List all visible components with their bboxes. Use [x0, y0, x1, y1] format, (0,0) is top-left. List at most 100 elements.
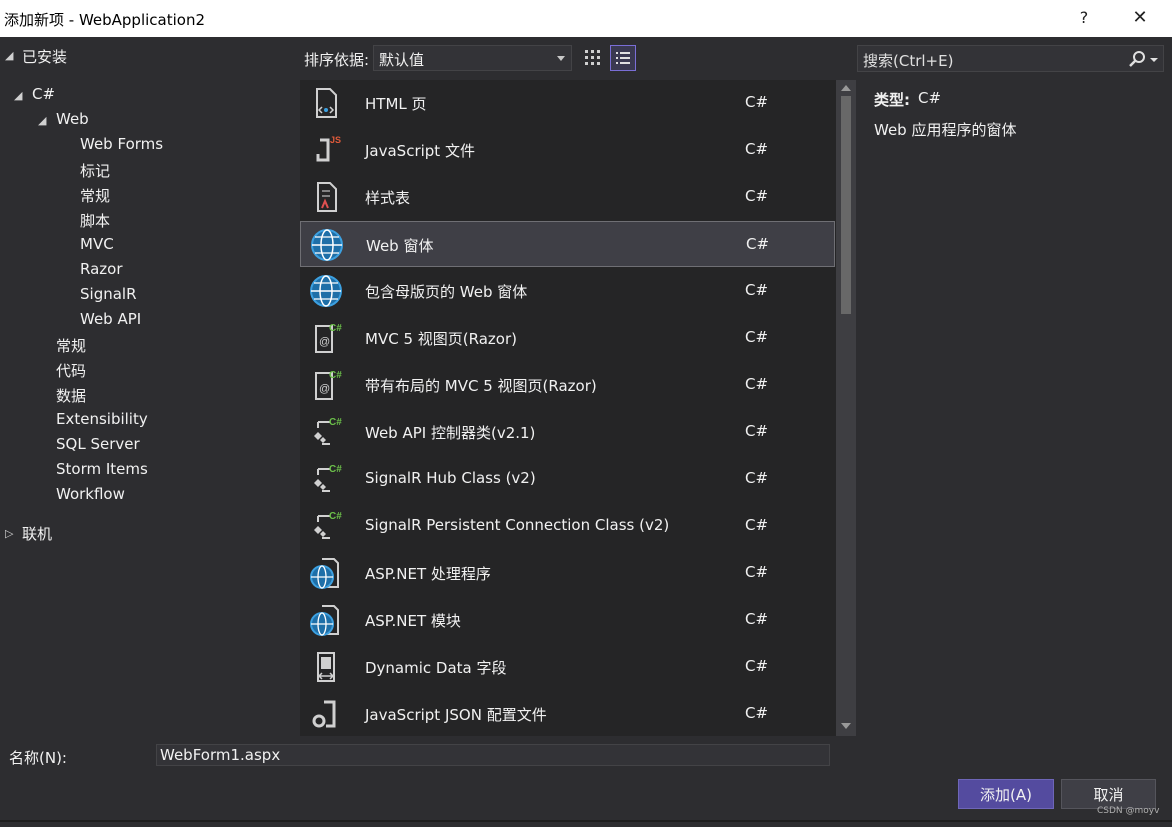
tree-item-general[interactable]: 常规 [80, 185, 110, 206]
scroll-up-icon[interactable] [841, 85, 851, 91]
template-name: SignalR Persistent Connection Class (v2) [365, 516, 670, 534]
collapse-arrow-icon[interactable]: ◢ [38, 114, 46, 127]
template-name: JavaScript 文件 [365, 142, 475, 160]
list-item[interactable]: C# SignalR Persistent Connection Class (… [300, 503, 835, 549]
template-name: Dynamic Data 字段 [365, 659, 507, 677]
scrollbar-thumb[interactable] [841, 96, 851, 314]
tree-item-signalr[interactable]: SignalR [80, 285, 137, 303]
tree-item-workflow[interactable]: Workflow [56, 485, 125, 503]
tree-item-razor[interactable]: Razor [80, 260, 123, 278]
list-item[interactable]: Dynamic Data 字段 C# [300, 644, 835, 690]
template-name: 带有布局的 MVC 5 视图页(Razor) [365, 377, 597, 395]
list-item[interactable]: @ C# 带有布局的 MVC 5 视图页(Razor) C# [300, 362, 835, 408]
list-item[interactable]: 样式表 C# [300, 174, 835, 220]
csharp-class-icon: C# [314, 511, 342, 539]
template-name: HTML 页 [365, 95, 427, 113]
html-page-icon [316, 88, 337, 118]
tree-item-extensibility[interactable]: Extensibility [56, 410, 148, 428]
tree-item-online[interactable]: 联机 [22, 523, 52, 544]
template-name: JavaScript JSON 配置文件 [365, 706, 547, 724]
template-language: C# [745, 140, 769, 158]
scroll-down-icon[interactable] [841, 723, 851, 729]
tree-item-scripts[interactable]: 脚本 [80, 210, 110, 231]
close-button[interactable]: ✕ [1125, 5, 1155, 31]
svg-text:C#: C# [329, 464, 342, 475]
list-item[interactable]: JS JavaScript 文件 C# [300, 127, 835, 173]
cancel-button[interactable]: 取消 [1061, 779, 1156, 809]
template-language: C# [745, 281, 769, 299]
collapse-arrow-icon[interactable]: ◢ [14, 89, 22, 102]
search-placeholder: 搜索(Ctrl+E) [863, 52, 954, 70]
dynamic-data-icon [317, 652, 335, 682]
bottom-divider [0, 820, 1172, 822]
tree-item-web-forms[interactable]: Web Forms [80, 135, 163, 153]
list-item[interactable]: @ C# MVC 5 视图页(Razor) C# [300, 315, 835, 361]
tree-item-installed[interactable]: 已安装 [22, 46, 67, 67]
template-language: C# [745, 469, 769, 487]
list-item[interactable]: ASP.NET 模块 C# [300, 597, 835, 643]
stylesheet-icon [317, 182, 337, 212]
tree-item-web-api[interactable]: Web API [80, 310, 141, 328]
list-item[interactable]: C# SignalR Hub Class (v2) C# [300, 456, 835, 502]
template-language: C# [745, 563, 769, 581]
details-panel: 类型: C# Web 应用程序的窗体 [857, 80, 1172, 736]
razor-view-icon: @ C# [315, 323, 342, 353]
tree-item-sql-server[interactable]: SQL Server [56, 435, 140, 453]
help-button[interactable]: ? [1069, 5, 1099, 31]
type-label: 类型: [874, 91, 910, 109]
list-item[interactable]: ASP.NET 处理程序 C# [300, 550, 835, 596]
search-input[interactable]: 搜索(Ctrl+E) [857, 45, 1164, 72]
javascript-file-icon: JS [316, 135, 341, 162]
expand-arrow-icon[interactable]: ▷ [5, 527, 13, 540]
svg-text:@: @ [319, 383, 330, 395]
template-language: C# [745, 328, 769, 346]
list-item[interactable]: C# Web API 控制器类(v2.1) C# [300, 409, 835, 455]
list-item[interactable]: JavaScript JSON 配置文件 C# [300, 691, 835, 736]
svg-text:C#: C# [329, 323, 342, 334]
list-item[interactable]: 包含母版页的 Web 窗体 C# [300, 268, 835, 314]
list-view-icon [616, 52, 630, 64]
list-item[interactable]: HTML 页 C# [300, 80, 835, 126]
tree-item-csharp[interactable]: C# [32, 85, 55, 103]
template-language: C# [745, 657, 769, 675]
svg-text:C#: C# [329, 511, 342, 522]
grid-view-button[interactable] [580, 45, 606, 71]
template-language: C# [745, 375, 769, 393]
collapse-arrow-icon[interactable]: ◢ [5, 49, 13, 62]
template-language: C# [746, 235, 770, 253]
template-name: ASP.NET 模块 [365, 612, 461, 630]
grid-view-icon [585, 50, 600, 65]
tree-item-storm-items[interactable]: Storm Items [56, 460, 148, 478]
title-bar: 添加新项 - WebApplication2 ? ✕ [0, 0, 1172, 37]
handler-globe-icon [310, 558, 339, 589]
template-name: 样式表 [365, 189, 411, 207]
template-language: C# [745, 516, 769, 534]
tree-item-data[interactable]: 数据 [56, 385, 86, 406]
svg-text:JS: JS [330, 135, 341, 145]
sort-dropdown[interactable]: 默认值 [373, 45, 572, 71]
sort-label: 排序依据: [304, 51, 370, 69]
template-description: Web 应用程序的窗体 [874, 121, 1017, 139]
template-name: 包含母版页的 Web 窗体 [365, 283, 528, 301]
template-name: Web API 控制器类(v2.1) [365, 424, 536, 442]
list-scrollbar[interactable] [836, 80, 856, 736]
name-field[interactable] [156, 744, 830, 766]
tree-item-web[interactable]: Web [56, 110, 89, 128]
tree-item-markup[interactable]: 标记 [80, 160, 110, 181]
handler-globe-icon [310, 605, 339, 636]
search-icon[interactable] [1128, 50, 1160, 68]
template-name: SignalR Hub Class (v2) [365, 469, 536, 487]
list-item-selected[interactable]: Web 窗体 C# [300, 221, 835, 267]
template-language: C# [745, 187, 769, 205]
template-language: C# [745, 704, 769, 722]
template-name: Web 窗体 [366, 237, 434, 255]
chevron-down-icon [557, 56, 565, 61]
tree-item-mvc[interactable]: MVC [80, 235, 114, 253]
list-view-button[interactable] [610, 45, 636, 71]
add-button[interactable]: 添加(A) [958, 779, 1054, 809]
tree-item-common[interactable]: 常规 [56, 335, 86, 356]
template-language: C# [745, 422, 769, 440]
csharp-class-icon: C# [314, 417, 342, 445]
tree-item-code[interactable]: 代码 [56, 360, 86, 381]
category-tree: ◢ 已安装 ◢ C# ◢ Web Web Forms 标记 常规 脚本 MVC … [0, 37, 298, 737]
